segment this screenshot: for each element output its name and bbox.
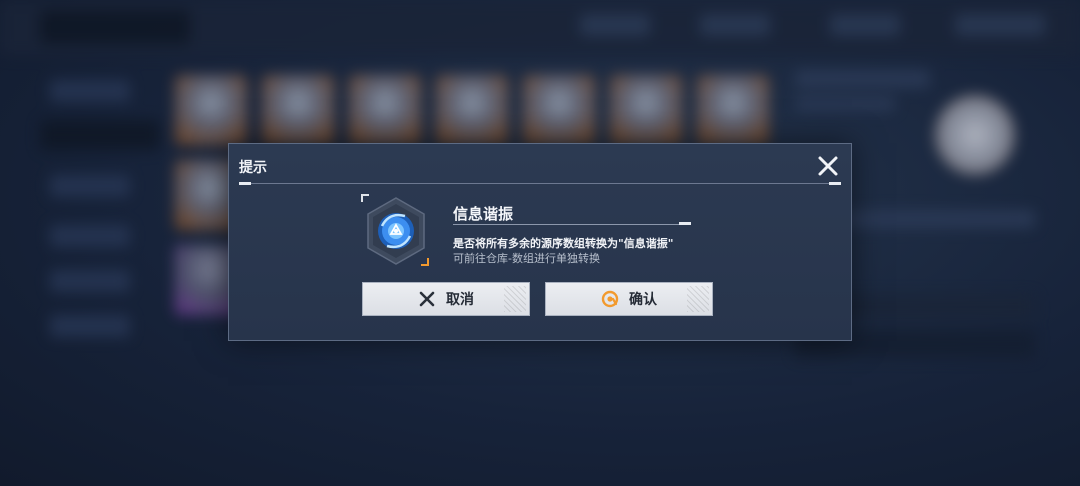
background-sidebar [30,60,160,360]
background-side-item [50,225,130,247]
background-card [175,75,247,145]
background-side-item [50,315,130,337]
divider-cap-left [239,182,251,185]
background-resource-4 [955,14,1045,36]
conversion-dialog: 提示 信息谐振 是否将所有多余的源序数组转换为"信息谐振" 可前往仓库-数组进行… [228,143,852,341]
background-card [523,75,595,145]
dialog-message: 是否将所有多余的源序数组转换为"信息谐振" [453,237,674,250]
divider-cap-right [829,182,841,185]
item-name-underline [453,224,691,225]
background-resource-3 [830,14,900,36]
background-card [697,75,769,145]
title-divider [239,183,841,184]
background-side-item [50,80,130,102]
background-resource-2 [700,14,770,36]
x-icon [418,290,436,308]
item-frame [361,194,429,266]
background-side-item [50,175,130,197]
background-side-item [40,120,160,150]
cancel-button-label: 取消 [446,292,474,308]
item-name: 信息谐振 [453,205,514,223]
background-side-item [50,270,130,292]
background-panel-bar [795,70,930,88]
item-name-underline-cap [679,222,691,225]
background-panel-bar [795,97,895,111]
background-card [262,75,334,145]
cancel-button[interactable]: 取消 [362,282,530,316]
confirm-button-label: 确认 [629,292,657,308]
dialog-title: 提示 [239,160,267,176]
dialog-hint: 可前往仓库-数组进行单独转换 [453,252,600,265]
resonance-item-icon [365,196,427,266]
confirm-circle-icon [601,290,619,308]
background-resource-1 [580,14,650,36]
background-card [610,75,682,145]
background-card [349,75,421,145]
confirm-button[interactable]: 确认 [545,282,713,316]
background-card [436,75,508,145]
background-panel-portrait [935,95,1015,175]
close-icon[interactable] [815,153,841,179]
background-top-left-tabs [40,10,190,44]
